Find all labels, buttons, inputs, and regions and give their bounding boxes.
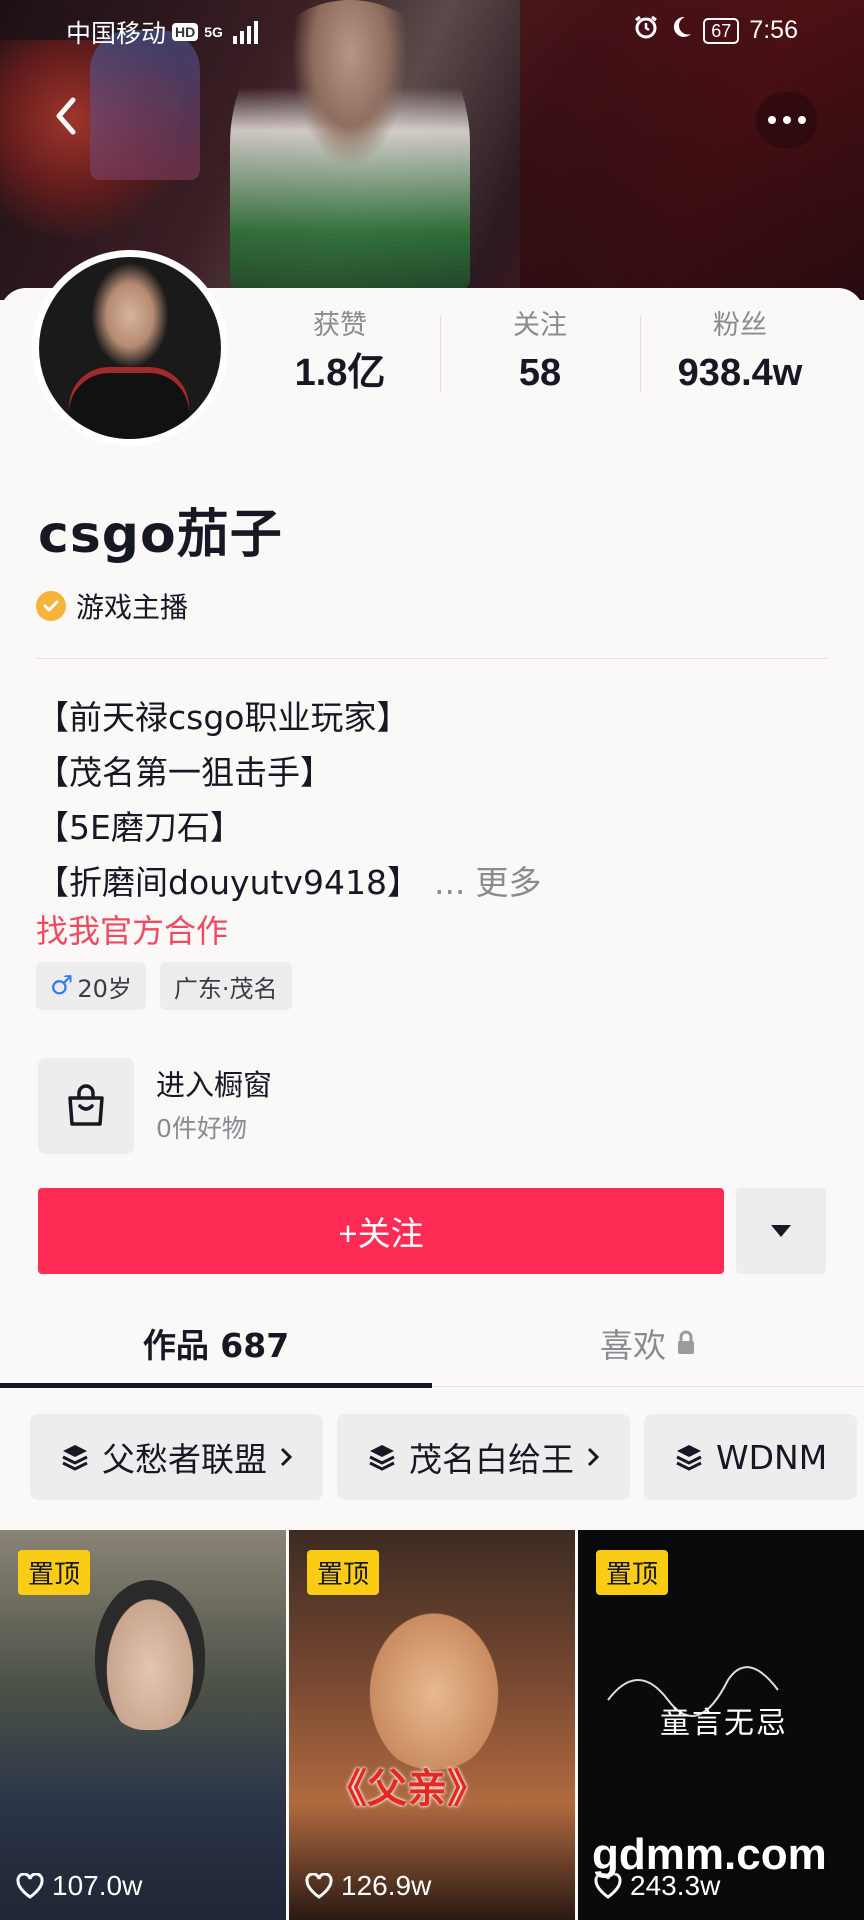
stat-value: 938.4w	[677, 352, 803, 394]
video-thumbnail[interactable]: 置顶 107.0w	[0, 1530, 286, 1920]
back-button[interactable]	[38, 88, 94, 144]
tab-likes[interactable]: 喜欢	[432, 1300, 864, 1386]
divider	[36, 658, 828, 659]
tab-works[interactable]: 作品 687	[0, 1300, 432, 1388]
age-text: 20岁	[77, 974, 132, 1003]
more-options-button[interactable]	[756, 92, 818, 148]
bio-more-link[interactable]: 更多	[475, 863, 541, 902]
back-arrow-icon	[56, 97, 76, 135]
stat-label: 粉丝	[713, 310, 767, 341]
shop-subtitle: 0件好物	[156, 1114, 247, 1143]
stat-value: 1.8亿	[294, 352, 386, 394]
stat-label: 关注	[513, 310, 567, 341]
age-tag: ♂ 20岁	[36, 962, 146, 1010]
follow-button[interactable]: +关注	[38, 1188, 724, 1274]
more-dots-icon	[768, 116, 806, 124]
pinned-badge: 置顶	[307, 1550, 380, 1595]
collection-name: 茂名白给王	[409, 1440, 574, 1479]
pinned-badge: 置顶	[18, 1550, 91, 1595]
verification-row: 游戏主播	[36, 586, 188, 626]
heart-icon	[16, 1873, 44, 1899]
chevron-right-icon	[587, 1447, 600, 1467]
shop-window-entry[interactable]: 进入橱窗 0件好物	[38, 1058, 272, 1154]
alarm-icon	[633, 14, 659, 47]
verified-check-icon	[36, 591, 66, 621]
video-likes-count: 126.9w	[341, 1870, 432, 1901]
stat-followers[interactable]: 粉丝 938.4w	[640, 304, 840, 404]
heart-icon	[305, 1873, 333, 1899]
bio: 【前天禄csgo职业玩家】 【茂名第一狙击手】 【5E磨刀石】 【折磨间douy…	[36, 690, 836, 910]
bio-line: 【前天禄csgo职业玩家】	[36, 698, 410, 737]
collection-name: WDNM	[716, 1437, 828, 1477]
caret-down-icon	[771, 1225, 791, 1237]
collection-chip[interactable]: WDNM	[644, 1414, 858, 1500]
collection-chip[interactable]: 父愁者联盟	[30, 1414, 323, 1500]
clock: 7:56	[749, 16, 798, 44]
collection-name: 父愁者联盟	[102, 1440, 267, 1479]
hd-badge: HD	[172, 23, 199, 41]
collection-chip[interactable]: 茂名白给王	[337, 1414, 630, 1500]
pinned-badge: 置顶	[596, 1550, 669, 1595]
avatar[interactable]	[32, 250, 228, 446]
stat-value: 58	[518, 352, 562, 394]
profile-tags: ♂ 20岁 广东·茂名	[36, 962, 292, 1010]
content-tabs: 作品 687 喜欢	[0, 1300, 864, 1388]
location-text: 广东·茂名	[173, 974, 278, 1003]
tab-likes-label: 喜欢	[600, 1326, 666, 1365]
profile-name: csgo茄子	[38, 505, 283, 565]
video-likes: 126.9w	[305, 1870, 431, 1902]
verified-label: 游戏主播	[76, 591, 189, 624]
profile-stats: 获赞 1.8亿 关注 58 粉丝 938.4w	[240, 304, 840, 404]
status-bar: 中国移动 HD 5G 67 7:56	[0, 0, 864, 58]
signal-icon	[232, 20, 258, 44]
bio-line: 【折磨间douyutv9418】	[36, 863, 420, 902]
video-likes-count: 107.0w	[52, 1870, 143, 1901]
network-type: 5G	[204, 24, 223, 40]
lock-icon	[678, 1330, 694, 1354]
site-watermark: gdmm.com	[592, 1830, 827, 1879]
collection-layers-icon	[62, 1445, 88, 1471]
bio-line: 【茂名第一狙击手】	[36, 753, 333, 792]
male-icon: ♂	[50, 971, 74, 1001]
collection-layers-icon	[676, 1445, 702, 1471]
video-overlay-text: 童言无忌	[660, 1706, 788, 1741]
video-overlay-text: 《父亲》	[327, 1765, 487, 1812]
shop-title: 进入橱窗	[156, 1068, 273, 1102]
moon-icon	[669, 15, 693, 46]
stat-likes[interactable]: 获赞 1.8亿	[240, 304, 440, 404]
video-likes: 107.0w	[16, 1870, 142, 1902]
bio-line-last: 【折磨间douyutv9418】... 更多	[36, 855, 836, 910]
collections-row: 父愁者联盟 茂名白给王 WDNM	[30, 1414, 864, 1500]
chevron-right-icon	[280, 1447, 293, 1467]
cooperation-link[interactable]: 找我官方合作	[36, 906, 228, 952]
more-actions-dropdown[interactable]	[736, 1188, 826, 1274]
battery-indicator: 67	[703, 17, 740, 44]
stat-label: 获赞	[313, 310, 367, 341]
video-thumbnail[interactable]: 置顶 《父亲》 126.9w	[289, 1530, 575, 1920]
location-tag: 广东·茂名	[159, 962, 292, 1010]
collection-layers-icon	[369, 1445, 395, 1471]
carrier-name: 中国移动	[66, 20, 167, 48]
bio-ellipsis: ...	[433, 863, 466, 902]
shopping-bag-icon	[38, 1058, 134, 1154]
bio-line: 【5E磨刀石】	[36, 808, 243, 847]
stat-following[interactable]: 关注 58	[440, 304, 640, 404]
